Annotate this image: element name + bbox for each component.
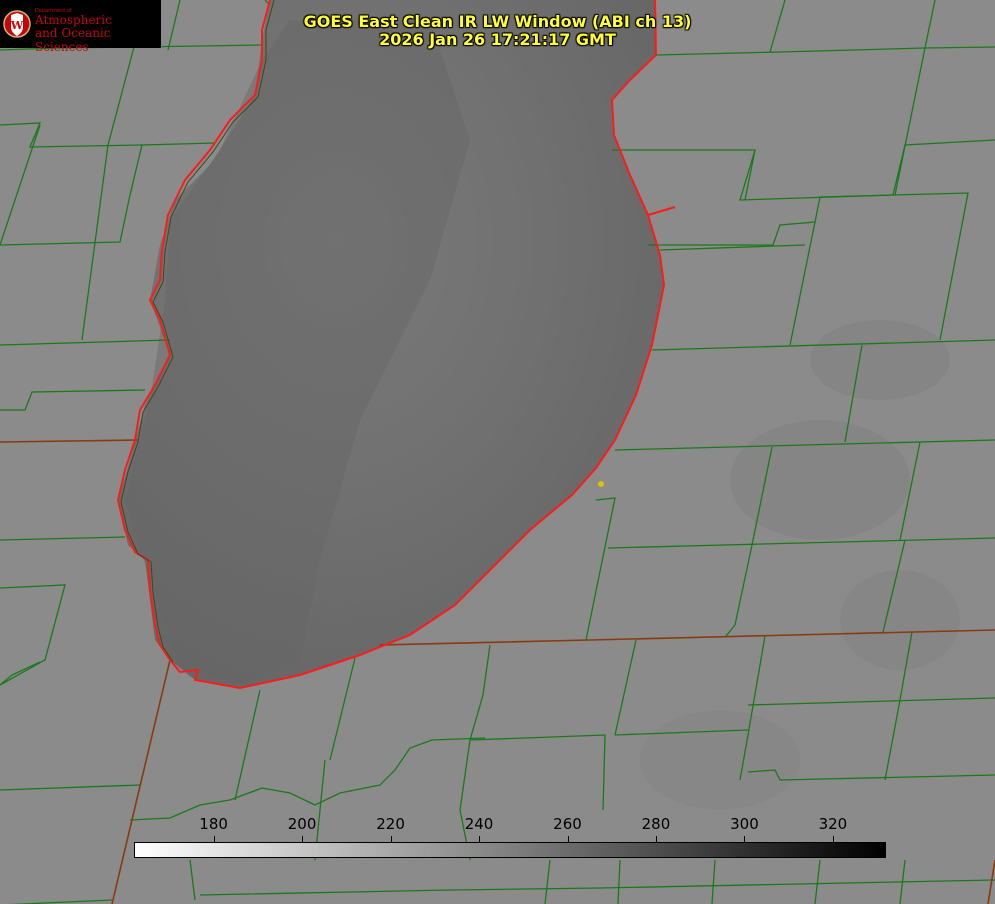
location-marker [598,481,604,487]
colorbar-tick-label: 240 [464,815,494,833]
seal-letter: W [10,19,24,32]
colorbar-tick-mark [655,836,657,842]
uw-seal-icon: W [3,10,31,38]
colorbar-tick-mark [479,836,481,842]
colorbar-tick-label: 200 [287,815,317,833]
colorbar-tick-mark [390,836,392,842]
logo-line2: and Oceanic Sciences [35,26,111,54]
colorbar-tick-label: 320 [818,815,848,833]
colorbar-tick-mark [302,836,304,842]
colorbar [134,842,886,858]
colorbar-tick-mark [832,836,834,842]
colorbar-tick-mark [213,836,215,842]
satellite-map [0,0,995,904]
colorbar-tick-label: 260 [553,815,582,833]
colorbar-tick-mark [744,836,746,842]
aos-logo: W Department of Atmospheric and Oceanic … [0,0,161,54]
logo-line1: Atmospheric [35,13,112,27]
colorbar-tick-label: 280 [641,815,671,833]
colorbar-tick-label: 220 [376,815,405,833]
colorbar-tick-label: 300 [730,815,759,833]
colorbar-tick-mark [567,836,569,842]
colorbar-tick-label: 180 [199,815,228,833]
